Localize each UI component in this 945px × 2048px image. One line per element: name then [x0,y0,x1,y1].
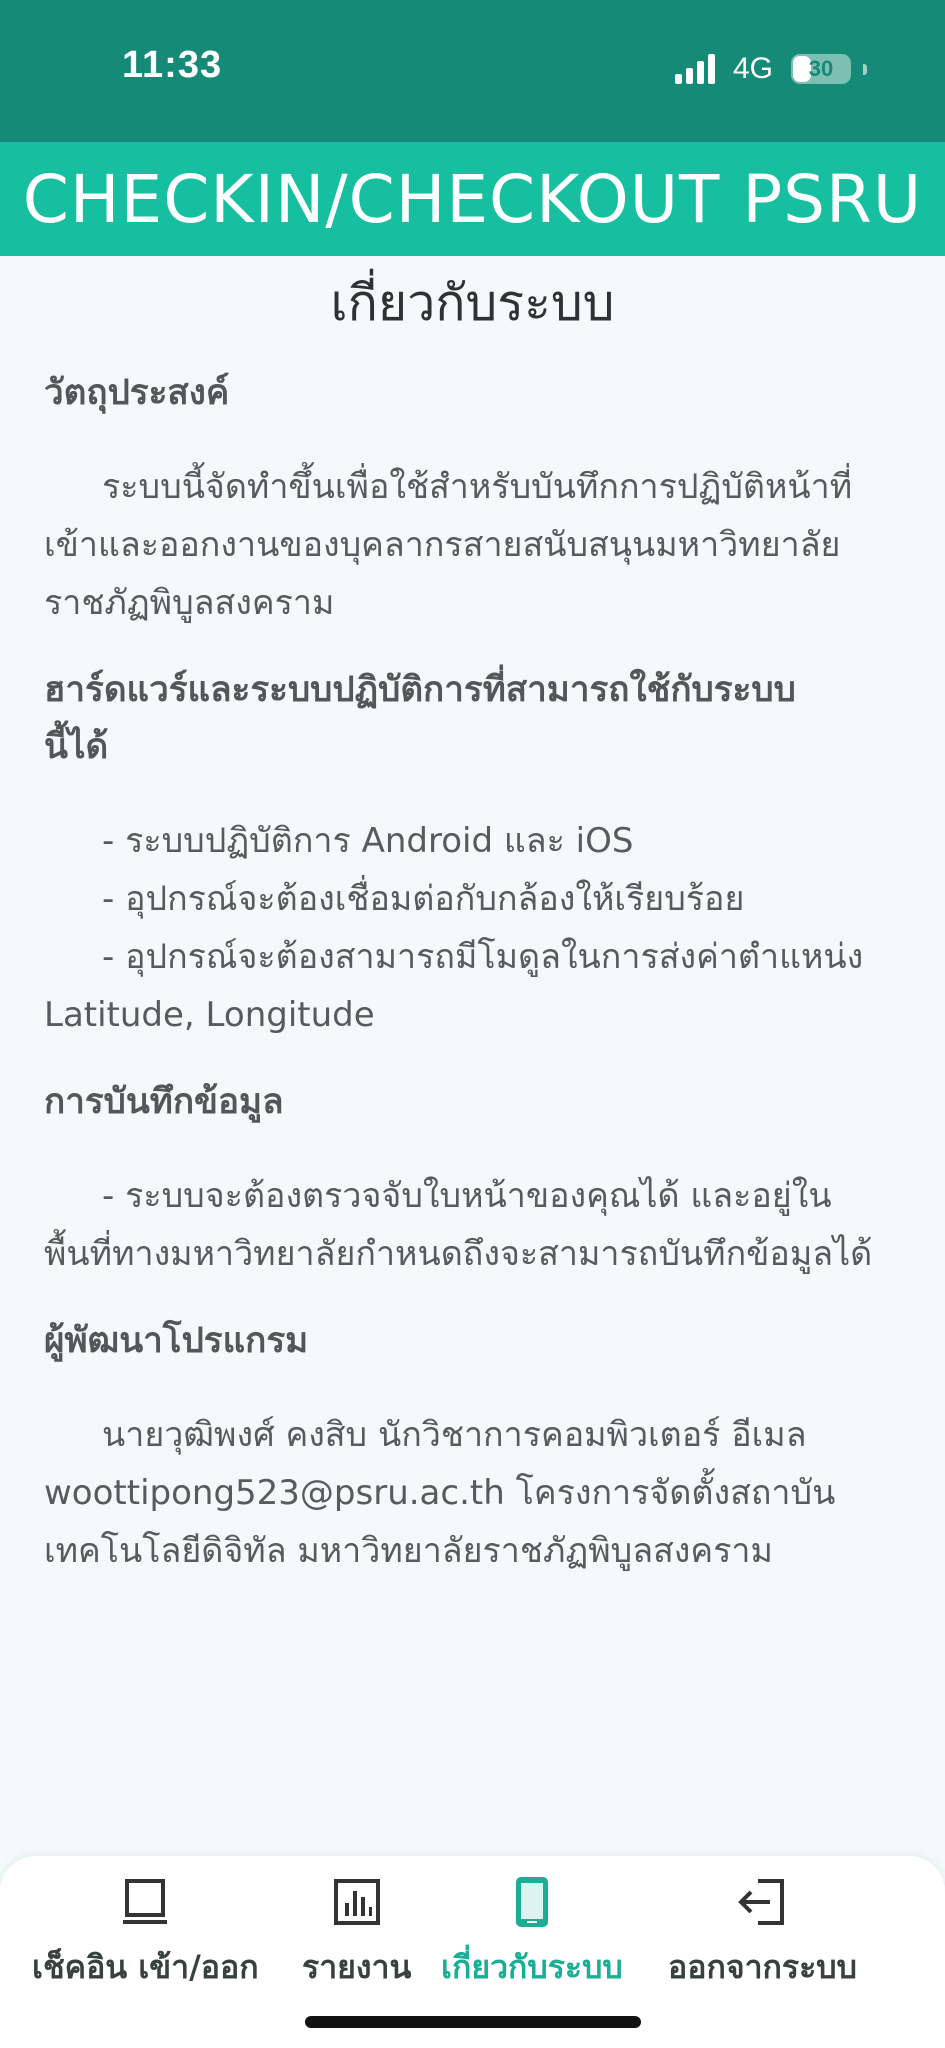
book-icon [115,1872,175,1932]
nav-item-report[interactable]: รายงาน [302,1872,411,1993]
hardware-item-os: - ระบบปฏิบัติการ Android และ iOS [102,821,634,861]
hardware-item-location-1: - อุปกรณ์จะต้องสามารถมีโมดูลในการส่งค่าต… [102,937,864,977]
nav-item-logout[interactable]: ออกจากระบบ [668,1872,857,1993]
developer-line-2: woottipong523@psru.ac.th โครงการจัดตั้งส… [44,1473,836,1513]
recording-line-1: - ระบบจะต้องตรวจจับใบหน้าของคุณได้ และอย… [102,1176,832,1216]
battery-icon: 30 [791,54,851,84]
app-bar: CHECKIN/CHECKOUT PSRU [0,142,945,256]
nav-label-about: เกี่ยวกับระบบ [441,1948,623,1986]
home-indicator[interactable] [305,2016,641,2028]
nav-label-checkin: เช็คอิน เข้า/ออก [32,1948,259,1986]
section-heading-hardware-1: ฮาร์ดแวร์และระบบปฏิบัติการที่สามารถใช้กั… [44,670,796,710]
nav-label-logout: ออกจากระบบ [668,1948,857,1986]
nav-item-checkin[interactable]: เช็คอิน เข้า/ออก [32,1872,259,1993]
objective-line-2: เข้าและออกงานของบุคลากรสายสนับสนุนมหาวิท… [44,525,841,565]
logout-icon [732,1872,792,1932]
page-title: เกี่ยวกับระบบ [330,274,615,332]
hardware-item-camera: - อุปกรณ์จะต้องเชื่อมต่อกับกล้องให้เรียบ… [102,879,745,919]
app-title: CHECKIN/CHECKOUT PSRU [22,160,923,238]
developer-line-3: เทคโนโลยีดิจิทัล มหาวิทยาลัยราชภัฏพิบูลส… [44,1531,773,1571]
recording-line-2: พื้นที่ทางมหาวิทยาลัยกำหนดถึงจะสามารถบัน… [44,1234,873,1274]
about-content: เกี่ยวกับระบบ วัตถุประสงค์ ระบบนี้จัดทำข… [0,256,945,1580]
hardware-item-location-2: Latitude, Longitude [44,995,375,1035]
section-heading-objective: วัตถุประสงค์ [44,373,230,413]
signal-icon [674,54,715,84]
objective-line-1: ระบบนี้จัดทำขึ้นเพื่อใช้สำหรับบันทึกการป… [102,467,853,507]
objective-line-3: ราชภัฏพิบูลสงคราม [44,583,335,623]
phone-icon [502,1872,562,1932]
status-indicators: 4G 30 [674,52,867,86]
bar-chart-icon [327,1872,387,1932]
section-heading-recording: การบันทึกข้อมูล [44,1082,284,1122]
nav-label-report: รายงาน [302,1948,412,1986]
status-time: 11:33 [122,44,223,86]
nav-item-about[interactable]: เกี่ยวกับระบบ [441,1872,623,1993]
developer-line-1: นายวุฒิพงศ์ คงสิบ นักวิชาการคอมพิวเตอร์ … [102,1415,807,1455]
battery-tip [863,63,867,75]
section-heading-developer: ผู้พัฒนาโปรแกรม [44,1321,309,1361]
network-type: 4G [732,52,773,85]
status-bar: 11:33 4G 30 [0,0,945,142]
section-heading-hardware-2: นี้ได้ [44,727,109,767]
battery-level: 30 [808,56,834,81]
